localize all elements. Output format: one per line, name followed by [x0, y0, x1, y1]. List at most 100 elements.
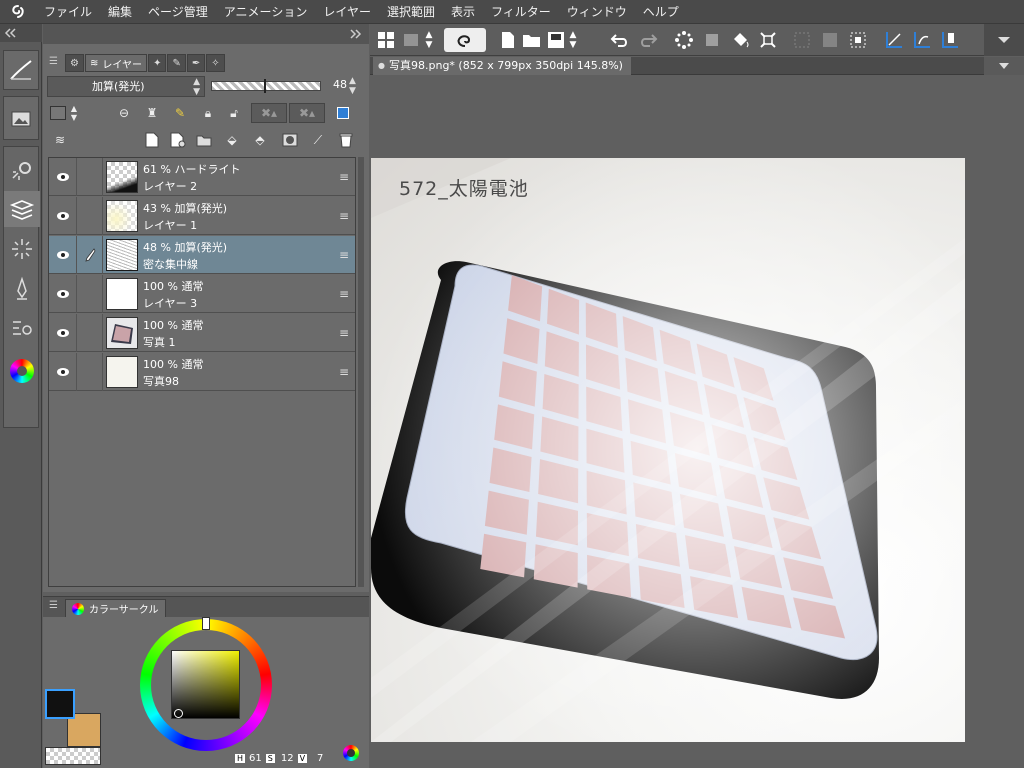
merge-down-icon[interactable]: ⬘	[249, 130, 271, 150]
visibility-eye-icon[interactable]	[49, 353, 77, 391]
draft-layer-icon[interactable]: ✎	[169, 103, 191, 123]
brush-tool-button[interactable]	[3, 50, 39, 90]
grid-layout-icon[interactable]	[374, 28, 398, 52]
opacity-slider[interactable]	[211, 79, 321, 93]
layer-menu-icon[interactable]: ≡	[339, 326, 349, 340]
new-raster-layer-icon[interactable]	[141, 130, 163, 150]
saturation-value-square[interactable]	[171, 650, 240, 719]
new-vector-layer-icon[interactable]	[167, 130, 189, 150]
tab-tool-property[interactable]: ⚙	[65, 54, 84, 72]
toolbar-overflow-button[interactable]	[984, 24, 1024, 56]
color-mode-switch-icon[interactable]	[343, 745, 359, 761]
pen-nib-panel-button[interactable]	[4, 271, 40, 307]
layer-menu-icon[interactable]: ≡	[339, 170, 349, 184]
delete-layer-icon[interactable]	[335, 130, 357, 150]
busy-spinner-icon[interactable]	[672, 28, 696, 52]
tab-overflow-button[interactable]	[984, 57, 1024, 75]
tab-layer-property[interactable]: ✦	[148, 54, 167, 72]
edit-target-cell[interactable]	[77, 314, 103, 352]
tab-sub-tool[interactable]: ✎	[167, 54, 186, 72]
export-image-icon[interactable]	[400, 28, 424, 52]
visibility-eye-icon[interactable]	[49, 158, 77, 196]
layer-menu-icon[interactable]: ≡	[339, 287, 349, 301]
layer-menu-icon[interactable]: ≡	[339, 248, 349, 262]
layer-list-scrollbar[interactable]	[358, 157, 364, 587]
mask-toggle-button[interactable]: ✖▴	[251, 103, 287, 123]
menu-view[interactable]: 表示	[443, 0, 483, 24]
menu-filter[interactable]: フィルター	[483, 0, 559, 24]
menu-animation[interactable]: アニメーション	[216, 0, 316, 24]
panel-collapse-bar[interactable]	[43, 24, 369, 44]
s-value[interactable]: 12	[281, 753, 294, 764]
layer-row[interactable]: 100 % 通常 写真 1 ≡	[49, 314, 355, 352]
show-selection-icon[interactable]	[846, 28, 870, 52]
open-folder-icon[interactable]	[520, 28, 544, 52]
canvas-artwork[interactable]: 572_太陽電池	[371, 158, 965, 742]
layer-row-selected[interactable]: 48 % 加算(発光) 密な集中線 ≡	[49, 236, 355, 274]
blend-mode-select[interactable]: 加算(発光) ▲ ▼	[47, 76, 205, 97]
crop-icon[interactable]	[756, 28, 780, 52]
menu-page[interactable]: ページ管理	[140, 0, 216, 24]
grid-snap-icon[interactable]	[938, 28, 962, 52]
hue-indicator[interactable]	[202, 617, 210, 630]
create-mask-icon[interactable]	[279, 130, 301, 150]
visibility-eye-icon[interactable]	[49, 275, 77, 313]
color-wheel-panel-button[interactable]	[4, 353, 40, 389]
lock-layer-icon[interactable]: 🔒︎	[197, 103, 219, 123]
opacity-value[interactable]: 48	[333, 78, 347, 91]
new-file-icon[interactable]	[496, 28, 520, 52]
opacity-spinner-icon[interactable]: ▲ ▼	[349, 76, 356, 96]
menu-layer[interactable]: レイヤー	[315, 0, 379, 24]
apply-mask-icon[interactable]: ⟋	[307, 130, 329, 150]
menu-file[interactable]: ファイル	[36, 0, 100, 24]
effect-panel-button[interactable]	[4, 231, 40, 267]
special-ruler-snap-icon[interactable]	[910, 28, 934, 52]
menu-window[interactable]: ウィンドウ	[559, 0, 635, 24]
panel-menu-icon[interactable]: ☰	[49, 600, 58, 611]
edit-pen-icon[interactable]	[77, 236, 103, 274]
lock-transparent-icon[interactable]: 🔓︎	[223, 103, 245, 123]
sv-cursor[interactable]	[174, 709, 183, 718]
layer-panel-button[interactable]	[4, 191, 40, 227]
clear-selection-icon[interactable]	[790, 28, 814, 52]
tab-extra[interactable]: ✧	[206, 54, 225, 72]
transparent-color-swatch[interactable]	[45, 747, 101, 765]
document-tab[interactable]: ● 写真98.png* (852 x 799px 350dpi 145.8%)	[373, 57, 631, 75]
fill-bucket-icon[interactable]	[728, 28, 752, 52]
layer-row[interactable]: 100 % 通常 写真98 ≡	[49, 353, 355, 391]
transfer-down-icon[interactable]: ⬙	[221, 130, 243, 150]
visibility-eye-icon[interactable]	[49, 197, 77, 235]
panel-menu-icon[interactable]: ☰	[49, 56, 58, 67]
ruler-snap-icon[interactable]	[882, 28, 906, 52]
opacity-slider-knob[interactable]	[263, 79, 266, 93]
material-button[interactable]	[3, 96, 39, 140]
transform-icon[interactable]	[700, 28, 724, 52]
clip-studio-button[interactable]	[444, 28, 486, 52]
expression-spinner-icon[interactable]: ▲ ▼	[67, 103, 81, 123]
edit-target-cell[interactable]	[77, 353, 103, 391]
sub-tool-detail-button[interactable]	[4, 311, 40, 347]
save-spinner-icon[interactable]: ▲ ▼	[566, 28, 580, 52]
expression-color-button[interactable]	[47, 103, 69, 123]
v-value[interactable]: 7	[317, 753, 323, 764]
edit-target-cell[interactable]	[77, 275, 103, 313]
edit-target-cell[interactable]	[77, 158, 103, 196]
save-icon[interactable]	[544, 28, 568, 52]
undo-icon[interactable]	[608, 28, 632, 52]
layer-menu-icon[interactable]: ≡	[339, 365, 349, 379]
sub-tool-panel-button[interactable]	[4, 153, 40, 189]
tab-layer[interactable]: ≋ レイヤー	[84, 54, 148, 72]
menu-selection[interactable]: 選択範囲	[379, 0, 443, 24]
menu-help[interactable]: ヘルプ	[635, 0, 687, 24]
edit-target-cell[interactable]	[77, 197, 103, 235]
layer-menu-icon[interactable]: ≡	[339, 209, 349, 223]
layer-row[interactable]: 100 % 通常 レイヤー 3 ≡	[49, 275, 355, 313]
main-color-swatch[interactable]	[45, 689, 75, 719]
menu-edit[interactable]: 編集	[100, 0, 140, 24]
ruler-toggle-button[interactable]: ✖▴	[289, 103, 325, 123]
app-logo-icon[interactable]	[0, 0, 36, 24]
tab-color-circle[interactable]: カラーサークル	[65, 599, 166, 617]
visibility-eye-icon[interactable]	[49, 314, 77, 352]
new-folder-icon[interactable]	[193, 130, 215, 150]
reference-layer-icon[interactable]: ♜	[141, 103, 163, 123]
